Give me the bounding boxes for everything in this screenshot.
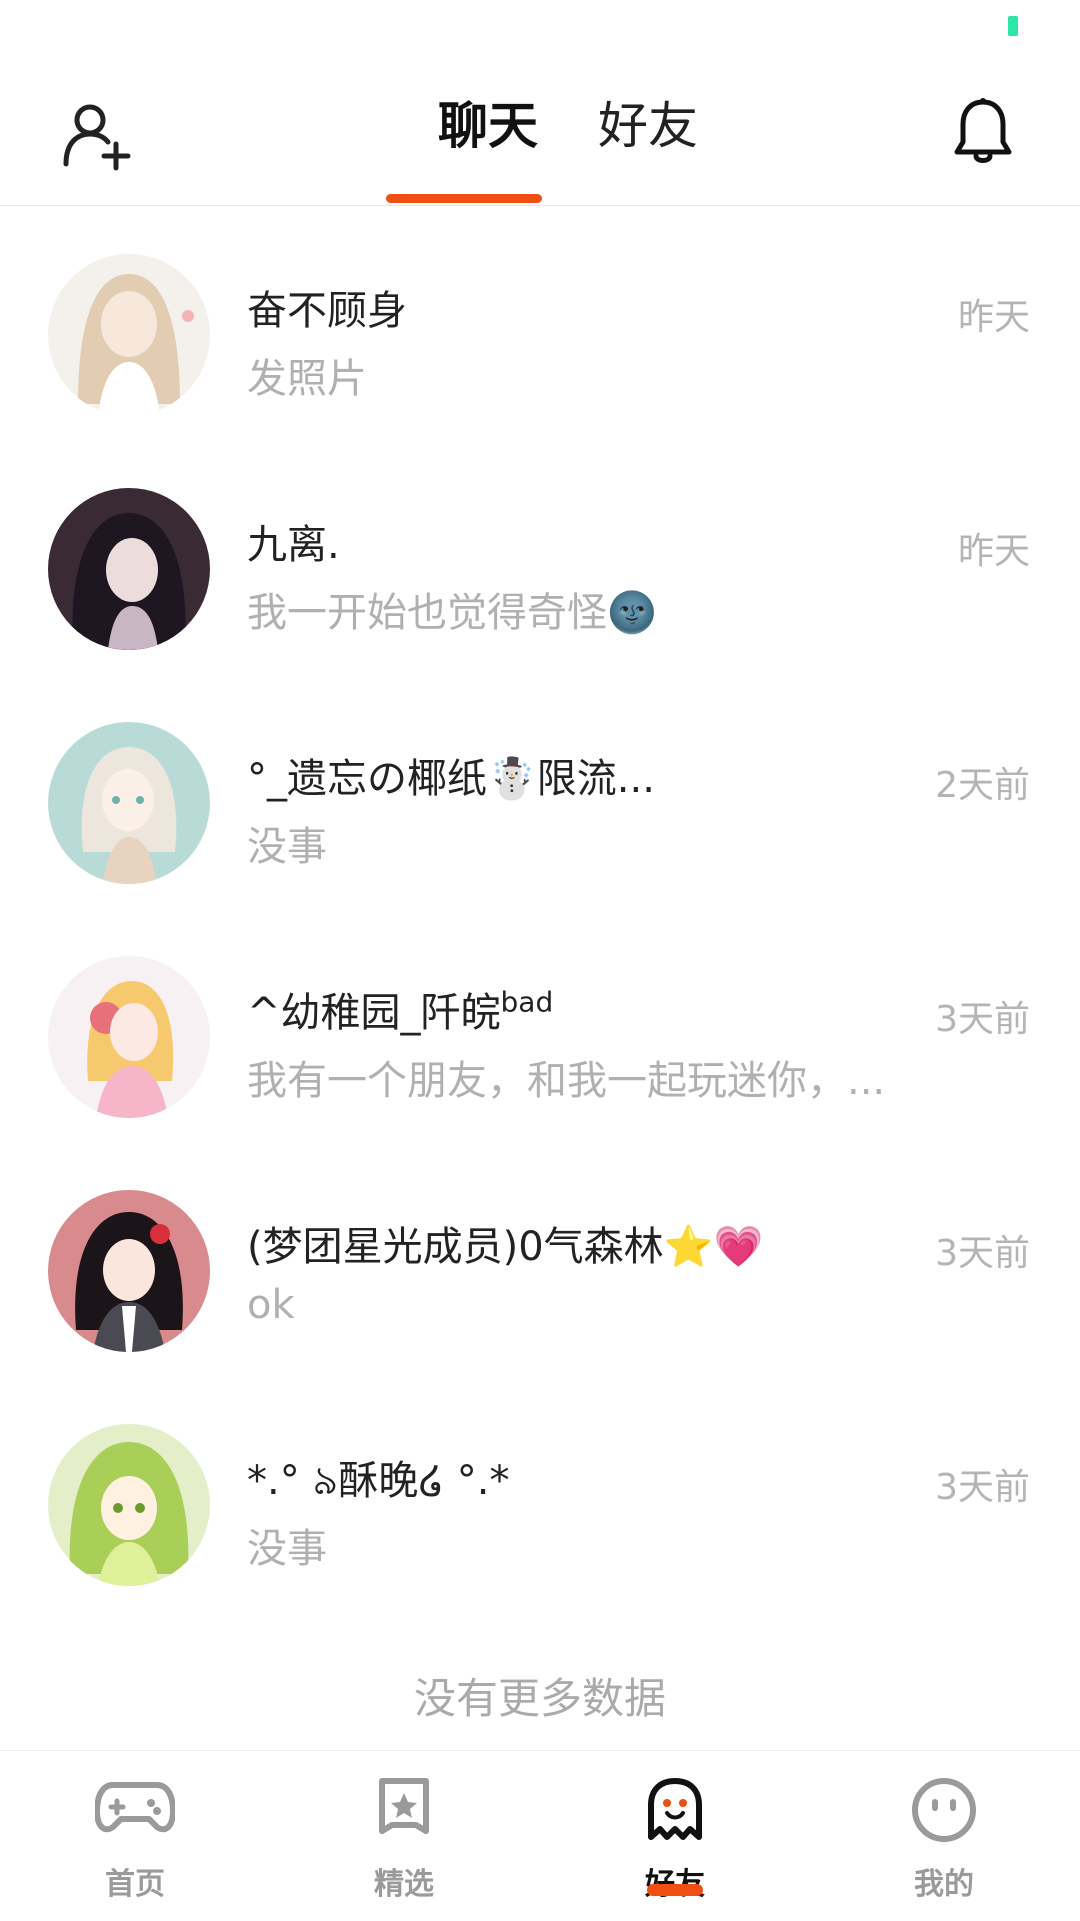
add-friend-button[interactable] (60, 98, 136, 174)
chat-name: 九离. (247, 522, 340, 568)
chat-last-message: 没事 (247, 824, 327, 870)
active-tab-indicator (386, 194, 542, 203)
chat-row[interactable]: *.° ৯酥晚໒ °.* 没事 3天前 (0, 1376, 1080, 1610)
tab-friends[interactable]: 好友 (568, 95, 728, 157)
chat-name: (梦团星光成员)0气森林⭐💗 (247, 1224, 764, 1270)
nav-label: 我的 (914, 1867, 974, 1902)
nav-label: 好友 (575, 1859, 775, 1903)
notification-button[interactable] (952, 96, 1014, 168)
top-header: 聊天 好友 (0, 60, 1080, 206)
chat-last-message: 没事 (247, 1526, 327, 1572)
nav-label: 精选 (374, 1867, 434, 1902)
avatar[interactable] (48, 722, 210, 884)
avatar[interactable] (48, 1424, 210, 1586)
star-bookmark-icon (379, 1778, 429, 1834)
no-more-data-text: 没有更多数据 (413, 1674, 666, 1723)
chat-row[interactable]: 奋不顾身 发照片 昨天 (0, 206, 1080, 440)
add-user-icon (63, 104, 131, 171)
avatar[interactable] (48, 488, 210, 650)
chat-name: *.° ৯酥晚໒ °.* (247, 1458, 510, 1504)
bell-icon (954, 98, 1012, 163)
nav-me[interactable]: 我的 (844, 1751, 1044, 1921)
tab-chat[interactable]: 聊天 (408, 95, 568, 157)
chat-time: 3天前 (935, 999, 1030, 1040)
chat-row[interactable]: °_遗忘の椰纸☃️限流... 没事 2天前 (0, 674, 1080, 908)
chat-row[interactable]: ^幼稚园_阡皖bad 我有一个朋友，和我一起玩迷你，... 3天前 (0, 908, 1080, 1142)
chat-row[interactable]: (梦团星光成员)0气森林⭐💗 ok 3天前 (0, 1142, 1080, 1376)
ghost-icon (648, 1778, 702, 1840)
chat-list: 奋不顾身 发照片 昨天 九离. 我一开始也觉得奇怪🌚 昨天 °_遗忘の椰纸☃️限… (0, 206, 1080, 1610)
chat-row[interactable]: 九离. 我一开始也觉得奇怪🌚 昨天 (0, 440, 1080, 674)
header-tabs: 聊天 好友 (408, 95, 728, 157)
battery-icon (1008, 16, 1018, 36)
chat-name: 奋不顾身 (247, 288, 407, 334)
name-superscript: bad (500, 985, 554, 1019)
nav-label: 首页 (105, 1867, 165, 1902)
nav-featured[interactable]: 精选 (304, 1751, 504, 1921)
chat-time: 3天前 (935, 1233, 1030, 1274)
nav-friends[interactable]: 好友 (575, 1751, 775, 1921)
gamepad-icon (95, 1782, 175, 1833)
chat-last-message: ok (247, 1282, 295, 1328)
chat-name: °_遗忘の椰纸☃️限流... (247, 756, 655, 802)
chat-time: 2天前 (935, 765, 1030, 806)
chat-last-message: 发照片 (247, 356, 367, 402)
nav-active-indicator (647, 1884, 703, 1896)
chat-time: 昨天 (957, 297, 1030, 338)
chat-name: ^幼稚园_阡皖bad (247, 985, 554, 1036)
chat-time: 3天前 (935, 1467, 1030, 1508)
chat-last-message: 我一开始也觉得奇怪🌚 (247, 590, 657, 636)
avatar[interactable] (48, 956, 210, 1118)
face-icon (912, 1778, 976, 1842)
avatar[interactable] (48, 1190, 210, 1352)
chat-time: 昨天 (957, 531, 1030, 572)
status-bar (0, 0, 1080, 60)
nav-home[interactable]: 首页 (35, 1751, 235, 1921)
chat-last-message: 我有一个朋友，和我一起玩迷你，... (247, 1058, 886, 1104)
avatar[interactable] (48, 254, 210, 416)
bottom-nav: 首页 精选 好友 我的 (0, 1750, 1080, 1921)
